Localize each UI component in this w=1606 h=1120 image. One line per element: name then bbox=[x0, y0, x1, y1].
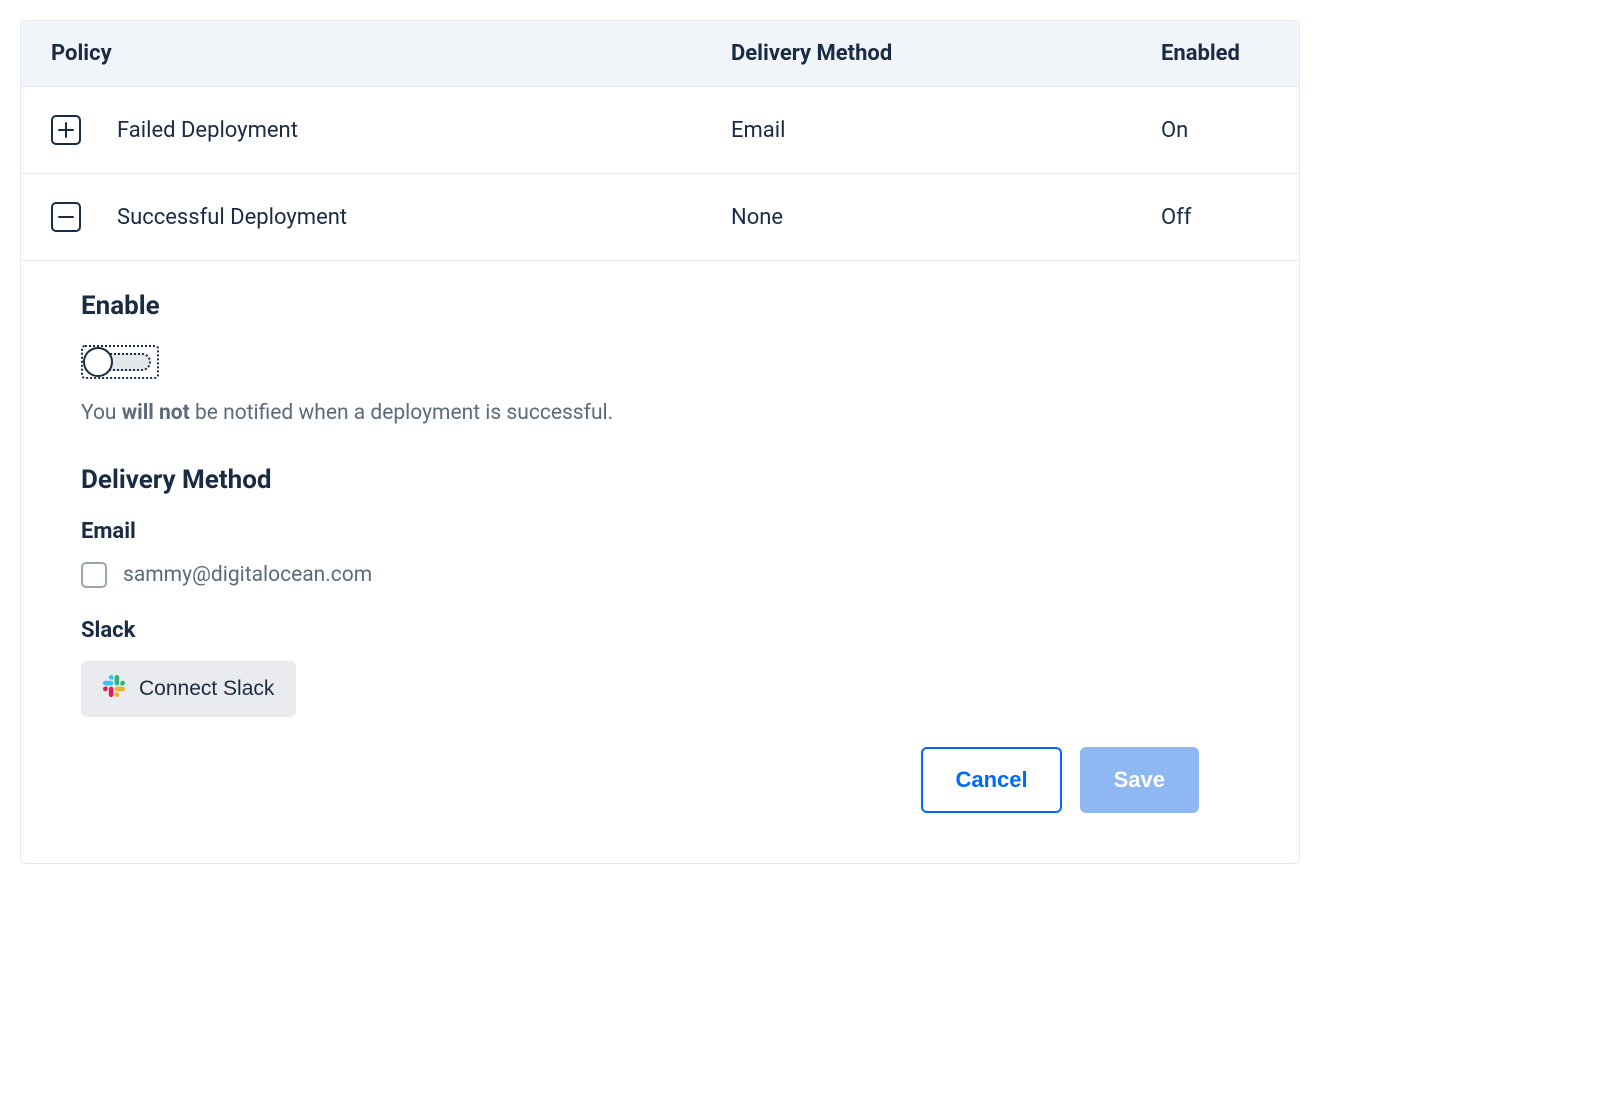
desc-text-bold: will not bbox=[122, 401, 190, 425]
table-row: Successful Deployment None Off bbox=[21, 174, 1299, 261]
column-header-policy: Policy bbox=[51, 41, 731, 66]
desc-text-suffix: be notified when a deployment is success… bbox=[190, 401, 613, 425]
panel-footer-actions: Cancel Save bbox=[81, 717, 1239, 823]
policy-name: Failed Deployment bbox=[117, 118, 298, 143]
connect-slack-label: Connect Slack bbox=[139, 677, 274, 701]
collapse-toggle-button[interactable] bbox=[51, 202, 81, 232]
column-header-delivery: Delivery Method bbox=[731, 41, 1161, 66]
enable-toggle[interactable] bbox=[81, 345, 159, 379]
email-subheading: Email bbox=[81, 519, 1239, 544]
enabled-value: On bbox=[1161, 118, 1269, 143]
column-header-enabled: Enabled bbox=[1161, 41, 1269, 66]
table-row: Failed Deployment Email On bbox=[21, 87, 1299, 174]
cancel-button[interactable]: Cancel bbox=[921, 747, 1061, 813]
email-address: sammy@digitalocean.com bbox=[123, 563, 372, 587]
minus-icon bbox=[58, 209, 74, 225]
connect-slack-button[interactable]: Connect Slack bbox=[81, 661, 296, 717]
policy-name: Successful Deployment bbox=[117, 205, 347, 230]
delivery-value: Email bbox=[731, 118, 1161, 143]
policy-details-panel: Enable You will not be notified when a d… bbox=[21, 261, 1299, 863]
expand-toggle-button[interactable] bbox=[51, 115, 81, 145]
delivery-method-heading: Delivery Method bbox=[81, 465, 1239, 495]
email-option-row: sammy@digitalocean.com bbox=[81, 562, 1239, 588]
enabled-value: Off bbox=[1161, 205, 1269, 230]
notifications-table: Policy Delivery Method Enabled Failed De… bbox=[20, 20, 1300, 864]
toggle-knob bbox=[83, 347, 113, 377]
slack-subheading: Slack bbox=[81, 618, 1239, 643]
email-checkbox[interactable] bbox=[81, 562, 107, 588]
save-button[interactable]: Save bbox=[1080, 747, 1199, 813]
enable-description: You will not be notified when a deployme… bbox=[81, 401, 1239, 425]
slack-icon bbox=[103, 675, 125, 703]
delivery-value: None bbox=[731, 205, 1161, 230]
table-header: Policy Delivery Method Enabled bbox=[21, 21, 1299, 87]
enable-section-heading: Enable bbox=[81, 291, 1239, 321]
desc-text-prefix: You bbox=[81, 401, 122, 425]
plus-icon bbox=[58, 122, 74, 138]
